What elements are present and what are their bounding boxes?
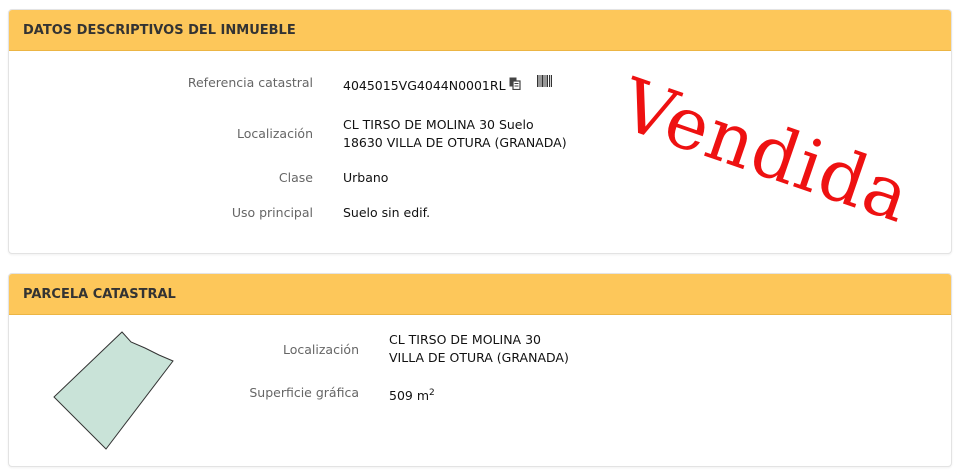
- parcela-localizacion-line2: VILLA DE OTURA (GRANADA): [389, 350, 569, 365]
- uso-principal-value: Suelo sin edif.: [343, 205, 431, 220]
- uso-principal-label: Uso principal: [231, 205, 313, 220]
- parcela-panel-title: PARCELA CATASTRAL: [9, 274, 951, 315]
- clase-label: Clase: [278, 170, 313, 185]
- parcela-localizacion-label: Localización: [282, 342, 359, 357]
- referencia-value[interactable]: 4045015VG4044N0001RL: [343, 77, 506, 95]
- parcela-localizacion-line1: CL TIRSO DE MOLINA 30: [389, 332, 541, 347]
- superficie-unit-exponent: 2: [429, 388, 435, 398]
- clase-value: Urbano: [343, 170, 389, 185]
- referencia-value-group: 4045015VG4044N0001RL: [343, 74, 552, 95]
- copy-icon[interactable]: [509, 77, 521, 95]
- referencia-label: Referencia catastral: [187, 75, 313, 90]
- inmueble-panel-title: DATOS DESCRIPTIVOS DEL INMUEBLE: [9, 10, 951, 51]
- localizacion-label: Localización: [236, 126, 313, 141]
- superficie-value: 509 m: [389, 388, 430, 404]
- barcode-icon[interactable]: [536, 74, 552, 92]
- superficie-value-group: 509 m2: [389, 384, 435, 405]
- parcela-panel: PARCELA CATASTRAL Localización CL TIRSO …: [8, 273, 952, 467]
- localizacion-line2: 18630 VILLA DE OTURA (GRANADA): [343, 135, 567, 150]
- superficie-label: Superficie gráfica: [249, 385, 359, 400]
- localizacion-line1: CL TIRSO DE MOLINA 30 Suelo: [343, 117, 534, 132]
